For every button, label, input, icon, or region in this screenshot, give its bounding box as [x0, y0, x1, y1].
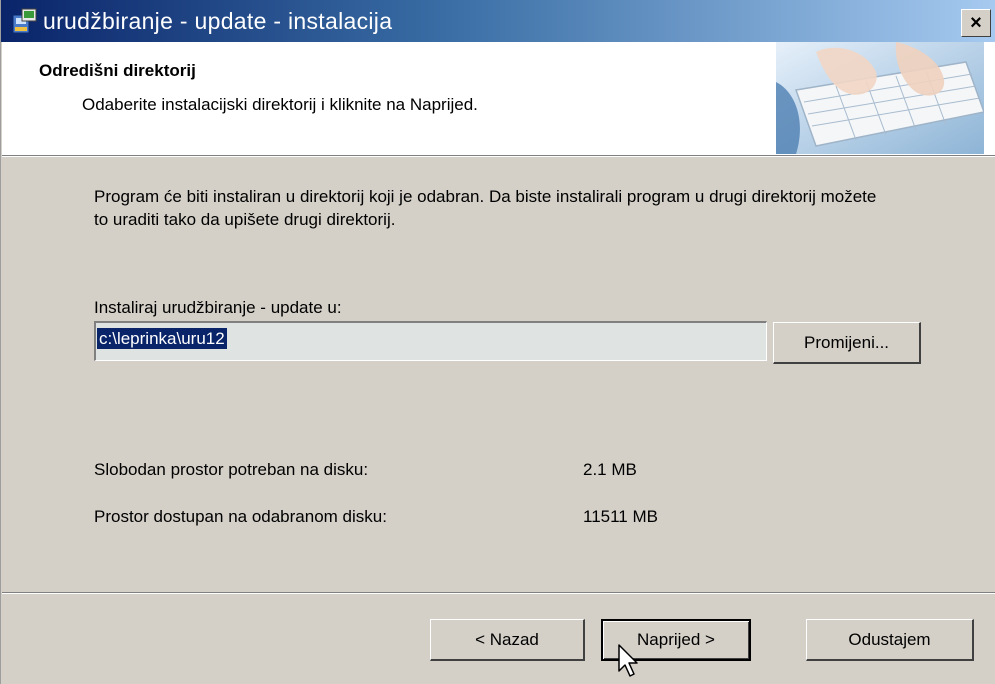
install-path-value[interactable]: c:\leprinka\uru12 [97, 328, 227, 349]
installer-window: urudžbiranje - update - instalacija × Od… [0, 0, 995, 684]
close-icon: × [970, 12, 982, 34]
header-divider-highlight [2, 156, 995, 157]
space-available-label: Prostor dostupan na odabranom disku: [94, 507, 387, 526]
back-button[interactable]: < Nazad [430, 619, 585, 661]
page-subtitle: Odaberite instalacijski direktorij i kli… [82, 95, 478, 114]
change-directory-button[interactable]: Promijeni... [773, 322, 921, 364]
window-title: urudžbiranje - update - instalacija [43, 8, 393, 34]
footer-divider-highlight [2, 593, 995, 594]
space-available-value: 11511 MB [583, 507, 658, 526]
mouse-pointer-icon [617, 643, 641, 679]
wizard-header: Odredišni direktorij Odaberite instalaci… [2, 42, 995, 155]
page-title: Odredišni direktorij [39, 61, 196, 80]
installer-icon [11, 7, 39, 35]
space-required-label: Slobodan prostor potreban na disku: [94, 460, 369, 479]
cancel-button[interactable]: Odustajem [806, 619, 974, 661]
keyboard-hands-image [776, 42, 984, 154]
install-path-field[interactable]: c:\leprinka\uru12 [94, 321, 767, 361]
close-button[interactable]: × [961, 9, 991, 37]
space-required-value: 2.1 MB [583, 460, 637, 479]
title-bar[interactable]: urudžbiranje - update - instalacija × [1, 0, 995, 42]
install-path-label: Instaliraj urudžbiranje - update u: [94, 298, 342, 317]
description-text: Program će biti instaliran u direktorij … [94, 187, 877, 229]
